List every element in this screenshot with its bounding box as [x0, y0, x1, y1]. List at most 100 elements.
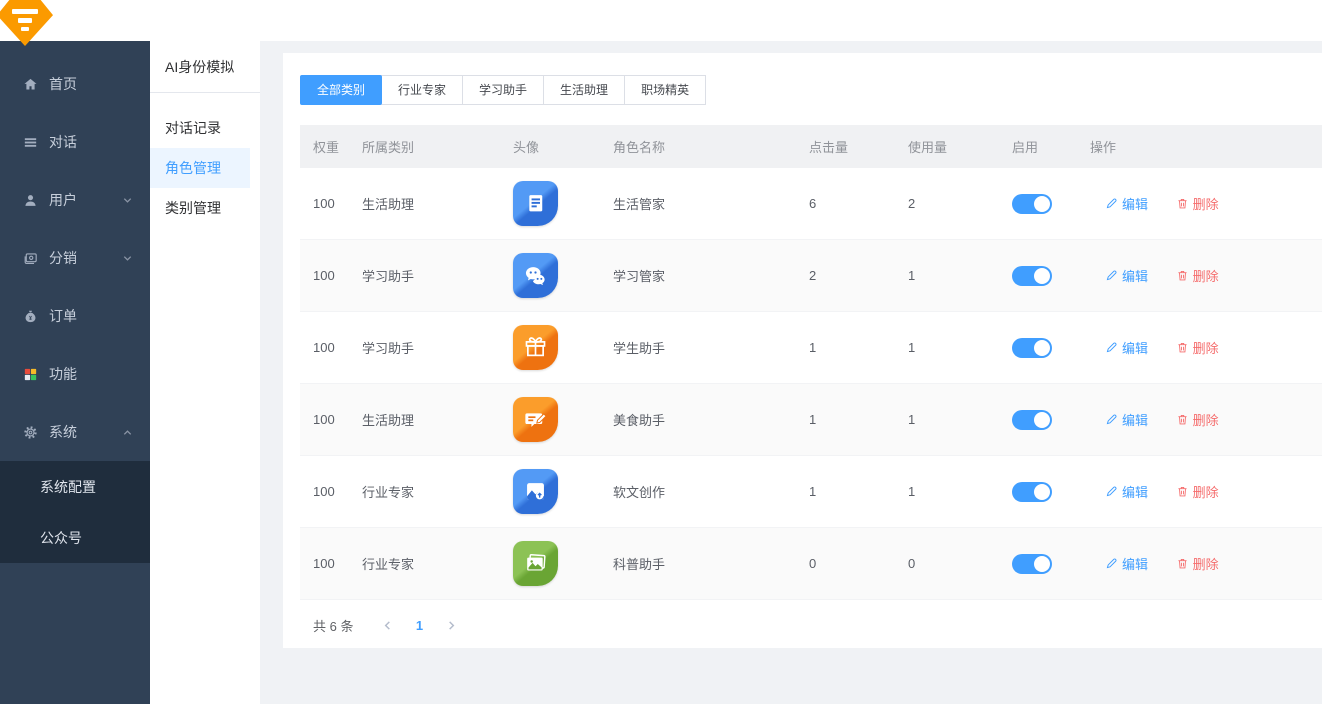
sidebar-item-label: 用户	[49, 190, 77, 210]
enable-toggle[interactable]	[1012, 194, 1052, 214]
category-tab[interactable]: 生活助理	[543, 75, 625, 105]
category-cell: 学习助手	[349, 338, 500, 357]
edit-button[interactable]: 编辑	[1105, 338, 1148, 357]
pagination: 共 6 条 1	[300, 610, 1322, 640]
delete-button[interactable]: 删除	[1176, 482, 1219, 501]
secondary-menu-item[interactable]: 类别管理	[150, 188, 260, 228]
sidebar-subitem-system-config[interactable]: 系统配置	[0, 461, 150, 512]
table-row: 100 学习助手 学习管家 2 1	[300, 240, 1322, 312]
edit-icon	[1105, 557, 1118, 570]
clicks-cell: 0	[796, 556, 895, 571]
pagination-prev-button[interactable]	[375, 613, 399, 637]
edit-button-label: 编辑	[1122, 554, 1148, 573]
enable-toggle[interactable]	[1012, 338, 1052, 358]
enable-cell	[999, 194, 1077, 214]
avatar-cell	[500, 541, 600, 586]
toggle-knob	[1034, 340, 1050, 356]
system-submenu: 系统配置 公众号	[0, 461, 150, 563]
delete-button-label: 删除	[1193, 194, 1219, 213]
delete-button[interactable]: 删除	[1176, 338, 1219, 357]
table-row: 100 学习助手 学生助手 1 1	[300, 312, 1322, 384]
clicks-cell: 2	[796, 268, 895, 283]
table-row: 100 行业专家 科普助手 0 0	[300, 528, 1322, 600]
delete-icon	[1176, 341, 1189, 354]
actions-cell: 编辑 删除	[1077, 194, 1322, 213]
category-tab[interactable]: 行业专家	[381, 75, 463, 105]
weight-cell: 100	[300, 196, 349, 211]
sidebar-item-label: 系统	[49, 422, 77, 442]
edit-button[interactable]: 编辑	[1105, 482, 1148, 501]
weight-cell: 100	[300, 556, 349, 571]
edit-button[interactable]: 编辑	[1105, 266, 1148, 285]
delete-icon	[1176, 197, 1189, 210]
secondary-sidebar: AI身份模拟 对话记录 角色管理 类别管理	[150, 41, 260, 704]
table-row: 100 生活助理 美食助手 1 1	[300, 384, 1322, 456]
delete-button[interactable]: 删除	[1176, 410, 1219, 429]
edit-button-label: 编辑	[1122, 482, 1148, 501]
category-cell: 学习助手	[349, 266, 500, 285]
delete-button-label: 删除	[1193, 410, 1219, 429]
clicks-cell: 1	[796, 412, 895, 427]
role-avatar	[513, 541, 558, 586]
sidebar-subitem-official-account[interactable]: 公众号	[0, 512, 150, 563]
avatar-cell	[500, 397, 600, 442]
enable-toggle[interactable]	[1012, 410, 1052, 430]
delete-button[interactable]: 删除	[1176, 266, 1219, 285]
sidebar-item-dialogue[interactable]: 对话	[0, 113, 150, 171]
secondary-menu-item[interactable]: 角色管理	[150, 148, 250, 188]
enable-toggle[interactable]	[1012, 266, 1052, 286]
usage-cell: 1	[895, 412, 999, 427]
table-row: 100 生活助理 生活管家 6 2	[300, 168, 1322, 240]
usage-cell: 1	[895, 268, 999, 283]
usage-cell: 1	[895, 484, 999, 499]
cards-icon	[22, 250, 39, 267]
enable-cell	[999, 338, 1077, 358]
column-header-category: 所属类别	[349, 137, 500, 156]
enable-toggle[interactable]	[1012, 554, 1052, 574]
sidebar-item-orders[interactable]: 订单	[0, 287, 150, 345]
table-body: 100 生活助理 生活管家 6 2	[300, 168, 1322, 600]
delete-button-label: 删除	[1193, 266, 1219, 285]
weight-cell: 100	[300, 340, 349, 355]
avatar-cell	[500, 253, 600, 298]
actions-cell: 编辑 删除	[1077, 554, 1322, 573]
sidebar-item-features[interactable]: 功能	[0, 345, 150, 403]
actions-cell: 编辑 删除	[1077, 266, 1322, 285]
arrow-right-icon	[446, 620, 457, 631]
role-name-cell: 科普助手	[600, 554, 796, 573]
role-avatar	[513, 397, 558, 442]
role-avatar-icon	[522, 262, 549, 289]
sidebar-item-distribution[interactable]: 分销	[0, 229, 150, 287]
category-tab[interactable]: 全部类别	[300, 75, 382, 105]
edit-icon	[1105, 413, 1118, 426]
sidebar-item-home[interactable]: 首页	[0, 55, 150, 113]
sidebar-item-users[interactable]: 用户	[0, 171, 150, 229]
sidebar-item-system[interactable]: 系统	[0, 403, 150, 461]
role-avatar	[513, 325, 558, 370]
delete-button-label: 删除	[1193, 482, 1219, 501]
delete-button[interactable]: 删除	[1176, 194, 1219, 213]
edit-button[interactable]: 编辑	[1105, 554, 1148, 573]
edit-button-label: 编辑	[1122, 410, 1148, 429]
category-cell: 生活助理	[349, 194, 500, 213]
edit-button-label: 编辑	[1122, 338, 1148, 357]
edit-button[interactable]: 编辑	[1105, 194, 1148, 213]
toggle-knob	[1034, 412, 1050, 428]
column-header-name: 角色名称	[600, 137, 796, 156]
category-tab[interactable]: 学习助手	[462, 75, 544, 105]
sidebar-item-label: 首页	[49, 74, 77, 94]
secondary-menu-item[interactable]: 对话记录	[150, 108, 260, 148]
pagination-page-1[interactable]: 1	[407, 618, 431, 633]
pagination-next-button[interactable]	[439, 613, 463, 637]
edit-icon	[1105, 197, 1118, 210]
delete-icon	[1176, 557, 1189, 570]
edit-button[interactable]: 编辑	[1105, 410, 1148, 429]
enable-toggle[interactable]	[1012, 482, 1052, 502]
column-header-weight: 权重	[300, 137, 349, 156]
category-tab[interactable]: 职场精英	[624, 75, 706, 105]
chevron-up-icon	[122, 427, 133, 438]
role-name-cell: 学习管家	[600, 266, 796, 285]
weight-cell: 100	[300, 268, 349, 283]
delete-button[interactable]: 删除	[1176, 554, 1219, 573]
weight-cell: 100	[300, 412, 349, 427]
